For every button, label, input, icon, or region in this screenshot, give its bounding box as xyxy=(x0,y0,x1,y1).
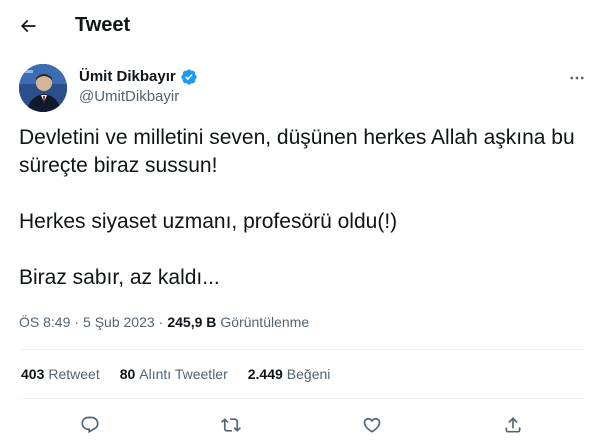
retweets-stat[interactable]: 403 Retweet xyxy=(21,364,100,384)
avatar-image xyxy=(19,64,67,112)
views-count: 245,9 B xyxy=(167,314,217,330)
likes-stat[interactable]: 2.449 Beğeni xyxy=(248,364,331,384)
meta-separator: · xyxy=(158,314,164,330)
share-button[interactable] xyxy=(500,412,526,438)
tweet-author: Ümit Dikbayır @UmitDikbayir xyxy=(19,64,589,116)
author-name-row: Ümit Dikbayır xyxy=(79,68,198,86)
top-bar: Tweet xyxy=(0,0,602,52)
avatar[interactable] xyxy=(19,64,67,112)
retweet-icon xyxy=(221,418,241,432)
retweets-label: Retweet xyxy=(48,366,100,382)
verified-badge-icon xyxy=(180,68,198,86)
reply-button[interactable] xyxy=(77,412,103,438)
tweet-meta: ÖS 8:49 · 5 Şub 2023 · 245,9 B Görüntüle… xyxy=(19,312,309,332)
author-handle[interactable]: @UmitDikbayir xyxy=(79,88,179,106)
more-options-button[interactable] xyxy=(565,66,589,90)
author-name[interactable]: Ümit Dikbayır xyxy=(79,68,176,86)
retweet-button[interactable] xyxy=(218,412,244,438)
reply-icon xyxy=(81,416,99,434)
divider xyxy=(19,349,585,350)
quotes-count: 80 xyxy=(119,366,136,382)
divider xyxy=(19,398,585,399)
tweet-actions xyxy=(19,410,585,440)
more-horizontal-icon xyxy=(570,76,584,80)
like-icon xyxy=(363,417,381,433)
like-button[interactable] xyxy=(359,412,385,438)
arrow-left-icon xyxy=(20,19,36,33)
tweet-date[interactable]: 5 Şub 2023 xyxy=(83,312,155,332)
tweet-paragraph: Herkes siyaset uzmanı, profesörü oldu(!) xyxy=(19,210,398,233)
back-button[interactable] xyxy=(14,12,42,40)
tweet-stats: 403 Retweet 80 Alıntı Tweetler 2.449 Beğ… xyxy=(21,364,350,384)
page-title: Tweet xyxy=(75,14,131,36)
tweet-time[interactable]: ÖS 8:49 xyxy=(19,312,70,332)
tweet-paragraph: Biraz sabır, az kaldı... xyxy=(19,266,220,289)
meta-separator: · xyxy=(74,314,80,330)
quotes-stat[interactable]: 80 Alıntı Tweetler xyxy=(120,364,228,384)
likes-label: Beğeni xyxy=(286,366,331,382)
share-icon xyxy=(505,417,521,433)
retweets-count: 403 xyxy=(21,366,45,382)
quotes-label: Alıntı Tweetler xyxy=(139,366,228,382)
views-label: Görüntülenme xyxy=(220,314,310,330)
tweet-paragraph: Devletini ve milletini seven, düşünen he… xyxy=(19,126,581,177)
tweet-text: Devletini ve milletini seven, düşünen he… xyxy=(19,124,585,292)
likes-count: 2.449 xyxy=(247,366,283,382)
